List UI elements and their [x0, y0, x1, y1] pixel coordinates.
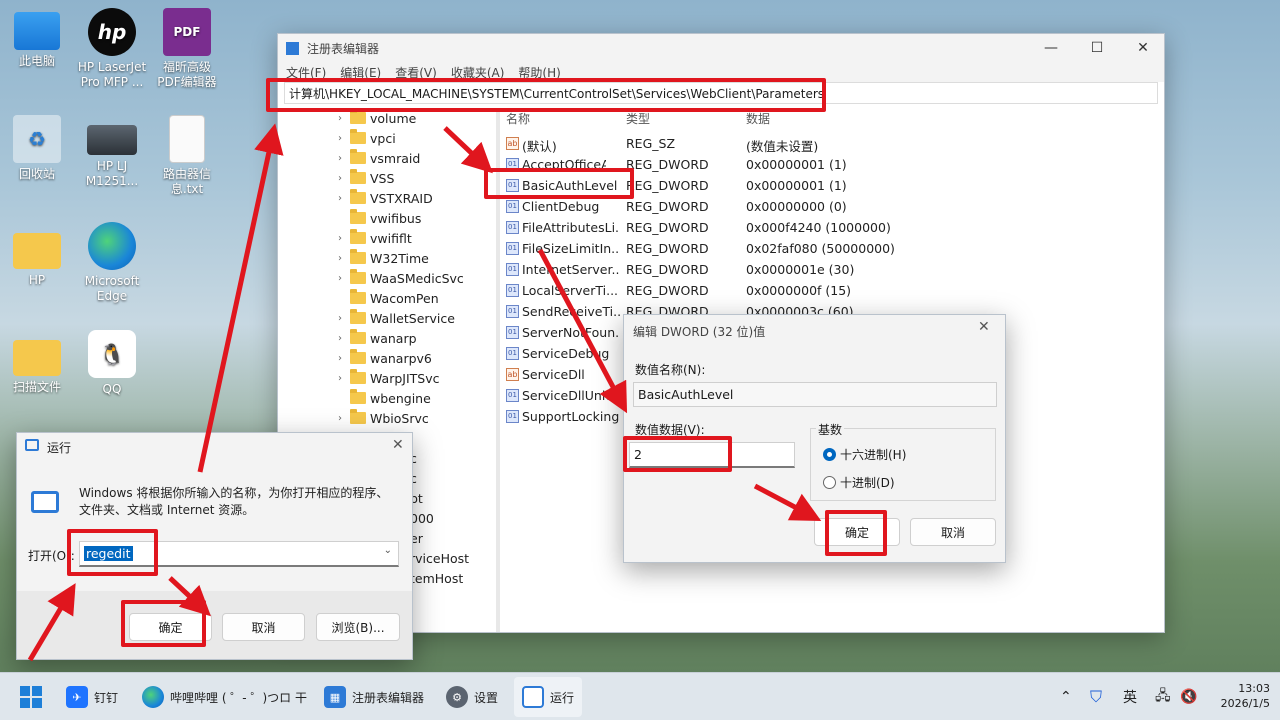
windows-logo-icon: [20, 686, 42, 708]
taskbar-app-label: 钉钉: [94, 690, 119, 705]
ime-label: 英: [1123, 690, 1137, 706]
arrow-to-address-bar: [197, 123, 284, 473]
tray-ime[interactable]: 英: [1123, 683, 1137, 711]
regedit-icon: ▦: [324, 686, 346, 708]
arrow-to-edit-ok: [753, 483, 822, 522]
chevron-up-icon: ⌃: [1060, 689, 1072, 705]
taskbar-app-regedit[interactable]: ▦ 注册表编辑器: [324, 683, 424, 711]
taskbar-app-settings[interactable]: ⚙ 设置: [446, 683, 498, 711]
clock-time: 13:03: [1238, 682, 1270, 695]
shield-icon: ⛉: [1090, 687, 1103, 706]
arrow-to-basicauthlevel: [443, 126, 493, 174]
tray-overflow-chevron[interactable]: ⌃: [1060, 683, 1072, 711]
start-button[interactable]: [20, 683, 42, 711]
taskbar-app-dingtalk[interactable]: ✈ 钉钉: [66, 683, 118, 711]
taskbar-app-label: 哔哩哔哩 ( ゜- ゜)つロ 干: [170, 690, 307, 705]
taskbar-app-run[interactable]: 运行: [514, 677, 583, 717]
run-icon: [522, 686, 544, 708]
annotation-arrows: [27, 123, 822, 662]
edge-icon: [142, 686, 164, 708]
tray-clock[interactable]: 13:03 2026/1/5: [1200, 681, 1270, 711]
arrow-to-run-ok: [168, 576, 211, 617]
taskbar-app-label: 设置: [474, 690, 499, 705]
network-icon: 🖧: [1155, 688, 1171, 704]
settings-icon: ⚙: [446, 686, 468, 708]
taskbar-app-label: 注册表编辑器: [352, 690, 425, 705]
tray-network[interactable]: 🖧: [1155, 683, 1171, 711]
tray-security[interactable]: ⛉: [1090, 683, 1102, 711]
taskbar-app-bilibili[interactable]: 哔哩哔哩 ( ゜- ゜)つロ 干: [142, 683, 307, 711]
taskbar: ✈ 钉钉 哔哩哔哩 ( ゜- ゜)つロ 干 ▦ 注册表编辑器 ⚙ 设置 运行 ⌃…: [0, 672, 1280, 720]
clock-date: 2026/1/5: [1220, 697, 1270, 710]
taskbar-app-label: 运行: [550, 690, 575, 705]
arrow-to-run-input: [27, 583, 76, 662]
volume-muted-icon: 🔇: [1180, 689, 1198, 705]
dingtalk-icon: ✈: [66, 686, 88, 708]
tray-volume[interactable]: 🔇: [1180, 683, 1197, 711]
arrow-to-edit-dialog: [537, 248, 628, 414]
